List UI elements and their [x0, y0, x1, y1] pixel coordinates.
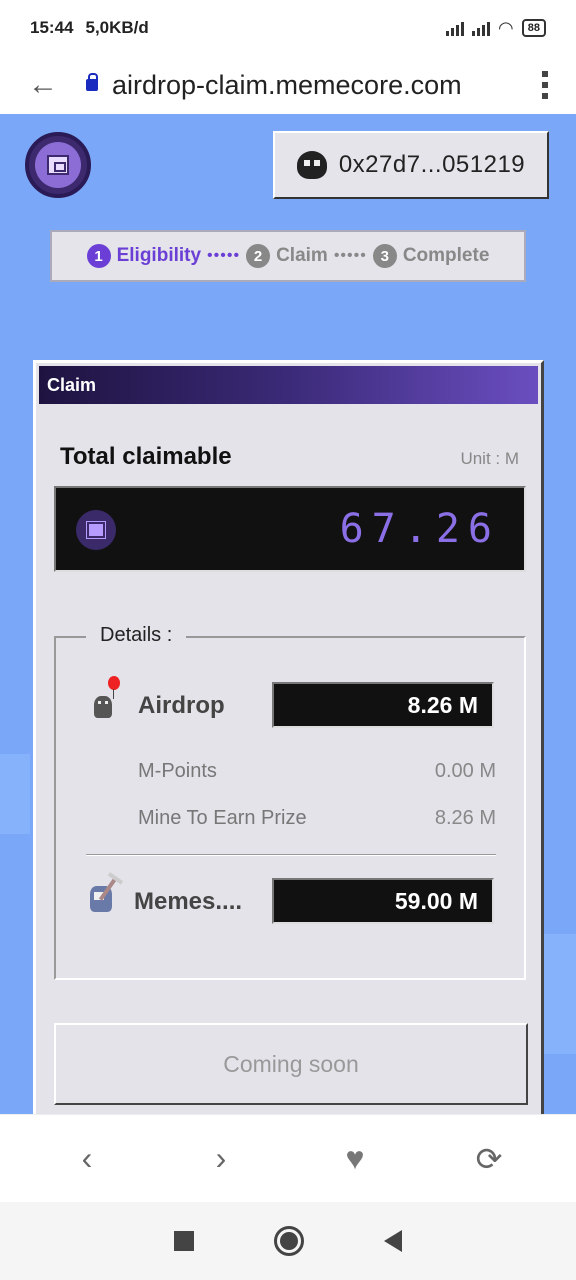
favorite-heart-icon[interactable]: ♥ [325, 1140, 385, 1177]
step-number: 2 [246, 244, 271, 268]
nav-forward-icon[interactable]: › [191, 1140, 251, 1177]
step-connector: ••••• [207, 247, 241, 264]
step-number: 1 [86, 244, 111, 268]
wallet-button[interactable]: 0x27d7...051219 [273, 131, 549, 199]
step-label: Eligibility [116, 245, 202, 266]
step-eligibility: 1 Eligibility [86, 244, 202, 268]
signal-icon [472, 20, 491, 36]
status-bar: 15:44 5,0KB/d ◠ 88 [0, 0, 576, 56]
pixel-decoration [0, 754, 30, 834]
url-bar: ← airdrop-claim.memecore.com [0, 56, 576, 114]
nav-back-icon[interactable]: ‹ [57, 1140, 117, 1177]
system-nav-bar [0, 1202, 576, 1280]
status-speed: 5,0KB/d [85, 18, 149, 37]
mine-to-earn-value: 8.26 M [434, 807, 496, 829]
unit-label: Unit : M [460, 449, 519, 468]
m-points-value: 0.00 M [434, 760, 496, 782]
memes-value: 59.00 M [272, 878, 494, 924]
status-left: 15:44 5,0KB/d [30, 18, 149, 38]
wallet-avatar-icon [296, 151, 327, 179]
total-claimable-value: 67.26 [339, 506, 500, 552]
wifi-icon: ◠ [498, 17, 514, 38]
battery-icon: 88 [521, 19, 546, 37]
wallet-address: 0x27d7...051219 [338, 151, 526, 178]
mine-to-earn-label: Mine To Earn Prize [138, 807, 307, 829]
airdrop-balloon-icon [90, 676, 124, 720]
refresh-icon[interactable]: ⟳ [459, 1140, 519, 1178]
details-divider [86, 854, 496, 855]
status-right: ◠ 88 [446, 18, 546, 39]
step-connector: ••••• [333, 247, 367, 264]
memes-label: Memes.... [134, 888, 243, 915]
progress-stepper: 1 Eligibility ••••• 2 Claim ••••• 3 Comp… [50, 230, 526, 282]
step-label: Complete [402, 245, 490, 266]
airdrop-value: 8.26 M [272, 682, 494, 728]
total-claimable-display: 67.26 [54, 486, 526, 572]
details-legend: Details : [86, 624, 187, 647]
claim-card: Claim Total claimable Unit : M 67.26 Det… [33, 360, 544, 1114]
lock-icon [86, 73, 98, 91]
pixel-decoration [540, 934, 576, 1054]
url-text[interactable]: airdrop-claim.memecore.com [112, 70, 462, 101]
memes-miner-icon [86, 874, 124, 914]
memecore-token-icon [76, 510, 116, 550]
recents-icon[interactable] [174, 1231, 194, 1251]
browser-bottom-nav: ‹ › ♥ ⟳ [0, 1114, 576, 1202]
card-title: Claim [39, 366, 538, 404]
step-label: Claim [276, 245, 328, 266]
page-content: 0x27d7...051219 1 Eligibility ••••• 2 Cl… [0, 114, 576, 1114]
airdrop-label: Airdrop [138, 692, 225, 719]
signal-icon [446, 20, 465, 36]
step-complete: 3 Complete [372, 244, 490, 268]
system-back-icon[interactable] [384, 1230, 402, 1252]
memecore-logo[interactable] [25, 132, 91, 198]
logo-glyph-icon [47, 155, 69, 175]
coming-soon-button[interactable]: Coming soon [54, 1023, 528, 1105]
m-points-label: M-Points [138, 760, 217, 782]
step-claim: 2 Claim [246, 244, 328, 268]
logo-inner [35, 142, 81, 188]
home-icon[interactable] [274, 1226, 304, 1256]
back-arrow-icon[interactable]: ← [28, 68, 68, 102]
step-number: 3 [372, 244, 397, 268]
details-fieldset: Details : Airdrop 8.26 M M-Points 0.00 M… [54, 624, 526, 980]
kebab-menu-icon[interactable] [542, 71, 548, 99]
status-time: 15:44 [30, 18, 74, 37]
total-claimable-label: Total claimable [60, 443, 232, 470]
